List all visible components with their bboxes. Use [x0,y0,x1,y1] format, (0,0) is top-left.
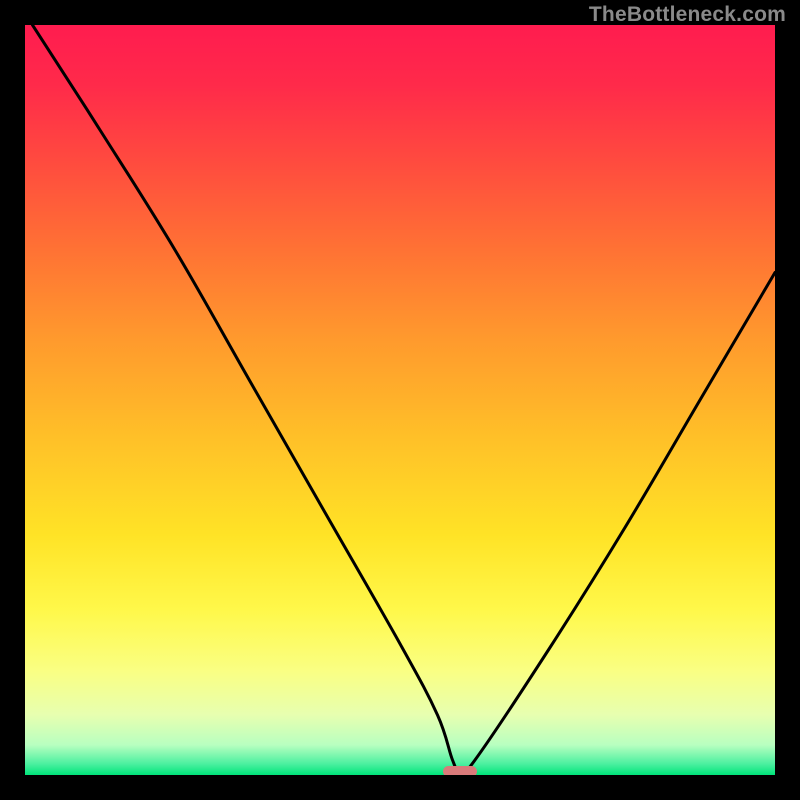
outer-frame: TheBottleneck.com [0,0,800,800]
bottleneck-curve [25,25,775,775]
optimum-marker [443,766,477,775]
plot-area [25,25,775,775]
watermark-label: TheBottleneck.com [589,3,786,27]
